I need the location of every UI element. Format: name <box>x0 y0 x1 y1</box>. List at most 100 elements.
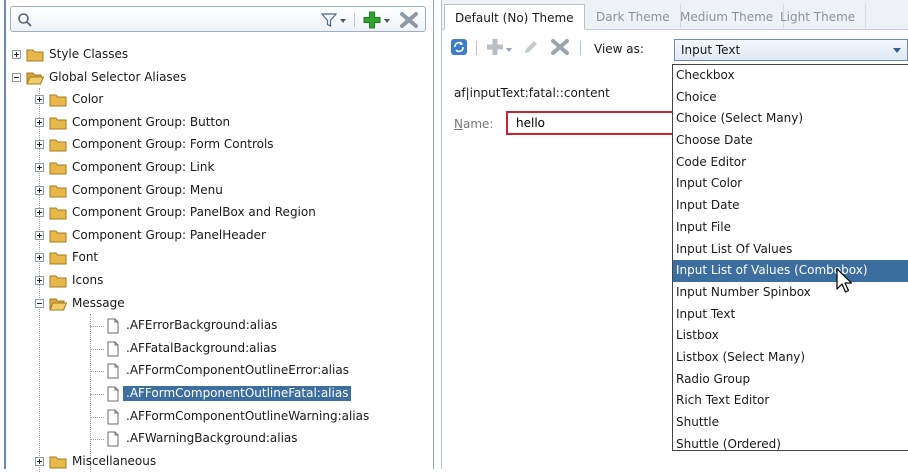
selector-tree-panel: Style Classes Global Selector Aliases Co… <box>0 0 434 472</box>
dropdown-option[interactable]: Input List of Values (Combobox) <box>673 260 908 282</box>
delete-icon[interactable] <box>550 38 570 56</box>
dropdown-option[interactable]: Choice (Select Many) <box>673 108 908 130</box>
dropdown-option[interactable]: Checkbox <box>673 65 908 87</box>
dropdown-option[interactable]: Input File <box>673 217 908 239</box>
tab-dark-theme[interactable]: Dark Theme <box>586 4 681 30</box>
view-as-label: View as: <box>594 42 644 56</box>
expand-icon[interactable] <box>12 50 21 59</box>
tree-row-component-group-panelbox[interactable]: Component Group: PanelBox and Region <box>10 202 430 225</box>
dropdown-option[interactable]: Shuttle (Ordered) <box>673 434 908 456</box>
refresh-icon[interactable] <box>450 38 468 56</box>
dropdown-option[interactable]: Rich Text Editor <box>673 390 908 412</box>
tree-row-component-group-form-controls[interactable]: Component Group: Form Controls <box>10 134 430 157</box>
tree-row-component-group-button[interactable]: Component Group: Button <box>10 112 430 135</box>
tree-branch-line <box>90 393 104 395</box>
selector-tree: Style Classes Global Selector Aliases Co… <box>10 44 430 473</box>
tree-row-message[interactable]: Message <box>10 293 430 316</box>
tree-row-icons[interactable]: Icons <box>10 270 430 293</box>
expand-icon[interactable] <box>35 162 44 172</box>
add-dropdown-caret-icon[interactable] <box>506 48 512 52</box>
toolbar-separator <box>354 13 355 27</box>
collapse-icon[interactable] <box>12 72 21 82</box>
dropdown-option[interactable]: Shuttle <box>673 412 908 434</box>
tree-row-color[interactable]: Color <box>10 89 430 112</box>
view-as-dropdown-list[interactable]: Checkbox Choice Choice (Select Many) Choose… <box>672 64 908 451</box>
filter-icon[interactable] <box>321 12 337 28</box>
dropdown-option[interactable]: Input Number Spinbox <box>673 282 908 304</box>
tree-item-label: Style Classes <box>49 47 129 61</box>
add-dropdown-caret-icon[interactable] <box>384 19 390 23</box>
chevron-down-icon[interactable] <box>893 48 901 53</box>
folder-icon <box>49 117 67 130</box>
tree-row-alias[interactable]: .AFFormComponentOutlineWarning:alias <box>10 406 430 429</box>
expand-icon[interactable] <box>35 95 44 105</box>
tree-row-alias-selected[interactable]: .AFFormComponentOutlineFatal:alias <box>10 383 430 406</box>
tree-item-label: Font <box>72 250 99 265</box>
expand-icon[interactable] <box>35 230 44 240</box>
expand-icon[interactable] <box>35 140 44 150</box>
tree-row-alias[interactable]: .AFErrorBackground:alias <box>10 315 430 338</box>
tab-medium-theme[interactable]: Medium Theme <box>670 4 785 30</box>
tree-item-label: Message <box>72 295 125 310</box>
delete-icon[interactable] <box>399 11 419 29</box>
tree-row-component-group-link[interactable]: Component Group: Link <box>10 157 430 180</box>
tree-row-miscellaneous[interactable]: Miscellaneous <box>10 451 430 473</box>
expand-icon[interactable] <box>35 456 44 466</box>
dropdown-option[interactable]: Choice <box>673 87 908 109</box>
view-as-select[interactable]: Input Text <box>674 39 908 61</box>
name-label-text: ame: <box>462 117 494 131</box>
tree-row-style-classes[interactable]: Style Classes <box>10 44 430 67</box>
expand-icon[interactable] <box>35 208 44 218</box>
dropdown-option[interactable]: Listbox (Select Many) <box>673 347 908 369</box>
name-label: Name: <box>454 117 493 131</box>
name-label-mnemonic: N <box>454 117 463 131</box>
toolbar-separator <box>476 41 477 55</box>
filter-dropdown-caret-icon[interactable] <box>340 19 346 23</box>
dropdown-option[interactable]: Listbox <box>673 325 908 347</box>
tree-row-alias[interactable]: .AFWarningBackground:alias <box>10 428 430 451</box>
dropdown-option[interactable]: Input Text <box>673 304 908 326</box>
tree-row-component-group-menu[interactable]: Component Group: Menu <box>10 180 430 203</box>
edit-icon[interactable] <box>522 38 540 56</box>
expand-icon[interactable] <box>35 185 44 195</box>
tree-item-label: Component Group: Form Controls <box>72 137 274 152</box>
file-icon <box>107 363 119 379</box>
tree-branch-line <box>90 416 104 418</box>
folder-icon <box>26 49 44 62</box>
tree-branch-line <box>90 326 104 328</box>
selector-name: af|inputText:fatal::content <box>454 86 610 100</box>
add-icon[interactable] <box>486 38 504 56</box>
dropdown-option[interactable]: Code Editor <box>673 152 908 174</box>
tree-item-label: Icons <box>72 272 104 287</box>
open-folder-icon <box>49 298 67 311</box>
tree-row-alias[interactable]: .AFFormComponentOutlineError:alias <box>10 360 430 383</box>
add-icon[interactable] <box>363 11 381 29</box>
tab-light-theme[interactable]: Light Theme <box>770 4 867 30</box>
expand-icon[interactable] <box>35 253 44 263</box>
file-icon <box>107 409 119 424</box>
dropdown-option[interactable]: Input Color <box>673 173 908 195</box>
folder-icon <box>49 252 67 265</box>
folder-icon <box>49 139 67 152</box>
expand-icon[interactable] <box>35 117 44 127</box>
folder-icon <box>49 94 67 107</box>
dropdown-option[interactable]: Choose Date <box>673 130 908 152</box>
search-icon[interactable] <box>17 12 33 28</box>
tree-row-component-group-panelheader[interactable]: Component Group: PanelHeader <box>10 225 430 248</box>
tree-row-global-selector-aliases[interactable]: Global Selector Aliases <box>10 67 430 90</box>
dropdown-option[interactable]: Radio Group <box>673 369 908 391</box>
tree-row-font[interactable]: Font <box>10 247 430 270</box>
tree-item-label: Component Group: Menu <box>72 182 223 197</box>
dropdown-option[interactable]: Input List Of Values <box>673 239 908 261</box>
search-bar[interactable] <box>10 6 426 32</box>
expand-icon[interactable] <box>35 275 44 285</box>
tab-default-theme[interactable]: Default (No) Theme <box>444 4 585 30</box>
tree-row-alias[interactable]: .AFFatalBackground:alias <box>10 338 430 361</box>
dropdown-option[interactable]: Input Date <box>673 195 908 217</box>
tree-item-label: Global Selector Aliases <box>49 69 187 84</box>
tree-item-label: Component Group: Button <box>72 114 231 129</box>
folder-icon <box>49 230 67 243</box>
toolbar-separator <box>580 41 581 55</box>
tree-item-label: .AFErrorBackground:alias <box>126 318 278 333</box>
collapse-icon[interactable] <box>35 298 44 308</box>
